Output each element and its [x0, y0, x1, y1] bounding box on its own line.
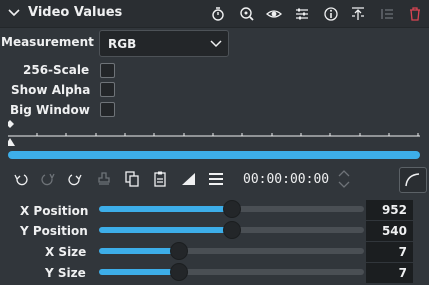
- curve-icon: [405, 173, 420, 187]
- align-top-icon[interactable]: [350, 6, 366, 22]
- x-position-slider[interactable]: [99, 200, 364, 218]
- y-position-value-box[interactable]: 540: [366, 221, 413, 241]
- chevron-down-icon: [210, 40, 222, 48]
- previous-keyframe-icon[interactable]: [12, 170, 30, 188]
- info-icon[interactable]: [323, 6, 339, 22]
- slider-handle[interactable]: [170, 242, 188, 260]
- y-position-slider[interactable]: [99, 221, 364, 239]
- x-size-value-box[interactable]: 7: [366, 242, 413, 262]
- y-size-value: 7: [398, 266, 407, 280]
- measurement-select[interactable]: RGB: [99, 30, 229, 57]
- stamp-icon[interactable]: [95, 170, 113, 188]
- eye-icon[interactable]: [266, 6, 282, 22]
- x-size-value: 7: [398, 245, 407, 259]
- show-alpha-checkbox[interactable]: [100, 82, 115, 97]
- sliders-icon[interactable]: [294, 6, 310, 22]
- scale256-checkbox[interactable]: [100, 63, 115, 78]
- effect-header: Video Values: [0, 0, 429, 28]
- playhead-marker-icon: [8, 138, 15, 146]
- slider-handle[interactable]: [223, 200, 241, 218]
- y-position-value: 540: [381, 224, 407, 238]
- y-size-value-box[interactable]: 7: [366, 263, 413, 283]
- interpolation-icon[interactable]: [180, 170, 198, 188]
- slider-fill: [99, 269, 179, 275]
- x-size-label: X Size: [45, 245, 87, 259]
- curve-editor-button[interactable]: [399, 167, 427, 193]
- copy-icon[interactable]: [123, 170, 141, 188]
- x-position-value: 952: [381, 203, 407, 217]
- timer-icon[interactable]: [210, 6, 226, 22]
- big-window-label: Big Window: [10, 103, 90, 117]
- effect-title: Video Values: [28, 5, 123, 20]
- slider-handle[interactable]: [170, 263, 188, 281]
- slider-fill: [99, 206, 232, 212]
- measurement-value: RGB: [108, 37, 137, 51]
- y-position-label: Y Position: [20, 224, 88, 238]
- menu-icon[interactable]: [207, 170, 225, 188]
- timecode-spinner[interactable]: [338, 168, 350, 190]
- keyframe-progress-bar[interactable]: [8, 151, 420, 159]
- x-position-value-box[interactable]: 952: [366, 200, 413, 220]
- trash-icon[interactable]: [407, 6, 423, 22]
- zoom-icon[interactable]: [239, 6, 255, 22]
- slider-fill: [99, 248, 179, 254]
- add-keyframe-icon[interactable]: [39, 170, 57, 188]
- big-window-checkbox[interactable]: [100, 102, 115, 117]
- x-size-slider[interactable]: [99, 242, 364, 260]
- timecode-display[interactable]: 00:00:00:00: [243, 172, 329, 188]
- collapse-chevron-icon[interactable]: [7, 6, 21, 20]
- list-icon[interactable]: [379, 6, 395, 22]
- slider-fill: [99, 227, 232, 233]
- paste-icon[interactable]: [151, 170, 169, 188]
- next-keyframe-icon[interactable]: [66, 170, 84, 188]
- y-size-label: Y Size: [45, 266, 86, 280]
- measurement-label: Measurement: [1, 35, 94, 49]
- keyframe-ruler[interactable]: [8, 118, 420, 146]
- slider-handle[interactable]: [223, 221, 241, 239]
- scale256-label: 256-Scale: [23, 63, 90, 77]
- x-position-label: X Position: [20, 204, 89, 218]
- y-size-slider[interactable]: [99, 263, 364, 281]
- keyframe-diamond-icon: [8, 120, 14, 128]
- show-alpha-label: Show Alpha: [11, 83, 91, 97]
